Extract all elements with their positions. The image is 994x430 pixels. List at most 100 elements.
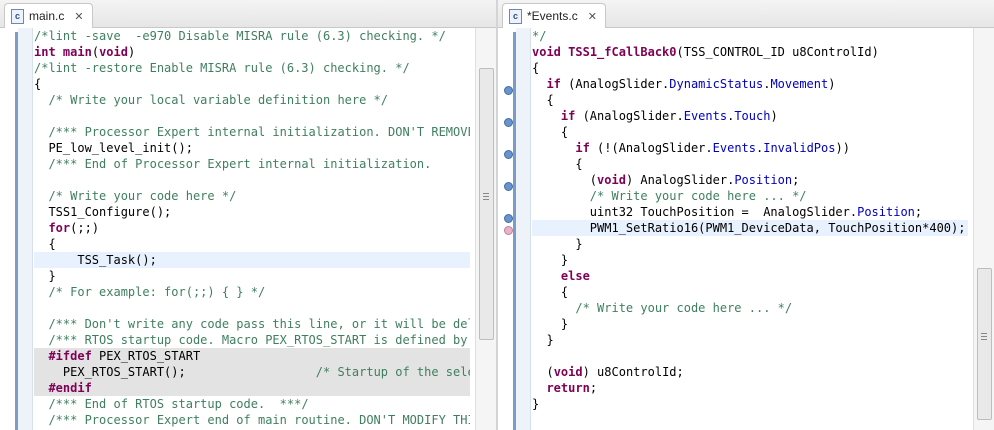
code-token: /* Write your code here ... */ xyxy=(589,189,807,203)
left-vertical-scrollbar[interactable] xyxy=(475,28,496,430)
breakpoint-marker-icon[interactable] xyxy=(504,150,513,159)
code-line[interactable]: } xyxy=(532,332,968,348)
breakpoint-marker-icon[interactable] xyxy=(504,214,513,223)
main-c-editor: c main.c ✕ /*lint -save -e970 Disable MI… xyxy=(0,0,496,430)
code-token: */ xyxy=(532,29,547,43)
code-token: if xyxy=(546,77,561,91)
code-line[interactable]: uint32 TouchPosition = AnalogSlider.Posi… xyxy=(532,204,968,220)
code-line[interactable]: /* Write your code here */ xyxy=(34,188,470,204)
code-line[interactable]: { xyxy=(34,76,470,92)
code-line[interactable] xyxy=(34,108,470,124)
right-marker-gutter xyxy=(498,28,516,430)
code-line[interactable]: /*lint -save -e970 Disable MISRA rule (6… xyxy=(34,28,470,44)
code-line[interactable] xyxy=(34,300,470,316)
code-token: Events xyxy=(683,109,728,123)
breakpoint-marker-icon[interactable] xyxy=(504,118,513,127)
code-token: (AnalogSlider. xyxy=(575,109,684,123)
code-token: { xyxy=(34,77,42,91)
code-line[interactable]: TSS_Task(); xyxy=(34,252,470,268)
close-icon[interactable]: ✕ xyxy=(74,10,83,23)
left-code-area[interactable]: /*lint -save -e970 Disable MISRA rule (6… xyxy=(34,28,470,430)
code-line[interactable]: { xyxy=(532,124,968,140)
code-line[interactable]: PWM1_SetRatio16(PWM1_DeviceData, TouchPo… xyxy=(532,220,968,236)
code-token: DynamicStatus xyxy=(669,77,764,91)
right-code-area[interactable]: */−void TSS1_fCallBack0(TSS_CONTROL_ID u… xyxy=(532,28,968,430)
code-line[interactable]: if (!(AnalogSlider.Events.InvalidPos)) xyxy=(532,140,968,156)
code-token: } xyxy=(34,269,56,283)
code-line[interactable] xyxy=(34,172,470,188)
code-line[interactable]: if (AnalogSlider.Events.Touch) xyxy=(532,108,968,124)
code-line[interactable]: if (AnalogSlider.DynamicStatus.Movement) xyxy=(532,76,968,92)
code-line[interactable]: { xyxy=(532,156,968,172)
left-scroll-thumb[interactable] xyxy=(479,68,494,340)
breakpoint-marker-icon[interactable] xyxy=(504,86,513,95)
code-line[interactable]: PEX_RTOS_START(); /* Startup of the sele… xyxy=(34,364,470,380)
tab-events-c[interactable]: c *Events.c ✕ xyxy=(502,3,606,28)
code-token: return xyxy=(546,381,590,395)
code-line[interactable]: } xyxy=(532,236,968,252)
code-token: { xyxy=(532,157,583,171)
code-line[interactable]: /* For example: for(;;) { } */ xyxy=(34,284,470,300)
code-line[interactable]: } xyxy=(532,396,968,412)
code-line[interactable]: else xyxy=(532,268,968,284)
right-scroll-thumb[interactable] xyxy=(977,268,992,420)
code-line[interactable]: /*** End of RTOS startup code. ***/ xyxy=(34,396,470,412)
code-token: void xyxy=(532,45,561,59)
code-token: /*** End of RTOS startup code. ***/ xyxy=(48,397,309,411)
code-token: #endif xyxy=(48,381,92,395)
current-line-marker-icon[interactable] xyxy=(504,226,513,235)
code-line[interactable]: #ifdef PEX_RTOS_START xyxy=(34,348,470,364)
code-line[interactable]: /* Write your code here ... */ xyxy=(532,188,968,204)
close-icon[interactable]: ✕ xyxy=(588,10,597,23)
code-line[interactable]: (void) u8ControlId; xyxy=(532,364,968,380)
breakpoint-marker-icon[interactable] xyxy=(504,182,513,191)
code-token: void xyxy=(553,365,583,379)
left-annotation-ruler xyxy=(18,28,33,430)
code-line[interactable]: return; xyxy=(532,380,968,396)
code-token: Position xyxy=(857,205,915,219)
code-line[interactable]: /* Write your code here ... */ xyxy=(532,300,968,316)
code-line[interactable]: /*** Processor Expert internal initializ… xyxy=(34,124,470,140)
code-line[interactable]: /*** Don't write any code pass this line… xyxy=(34,316,470,332)
code-line[interactable]: for(;;) xyxy=(34,220,470,236)
code-token: /* Write your code here ... */ xyxy=(575,301,793,315)
code-token: /*** Processor Expert internal initializ… xyxy=(48,125,470,139)
code-token: /*** Don't write any code pass this line… xyxy=(48,317,470,331)
right-vertical-scrollbar[interactable] xyxy=(973,28,994,430)
tab-main-c[interactable]: c main.c ✕ xyxy=(4,3,93,28)
code-line[interactable]: { xyxy=(34,236,470,252)
code-token: { xyxy=(532,285,569,299)
code-line[interactable]: TSS1_Configure(); xyxy=(34,204,470,220)
code-line[interactable]: −int main(void) xyxy=(34,44,470,60)
code-line[interactable]: /*** Processor Expert end of main routin… xyxy=(34,412,470,428)
right-annotation-ruler xyxy=(516,28,531,430)
code-line[interactable]: #endif xyxy=(34,380,470,396)
code-token: (;;) xyxy=(70,221,100,235)
code-line[interactable]: { xyxy=(532,284,968,300)
code-token: PEX_RTOS_START xyxy=(91,349,201,363)
code-line[interactable]: /* Write your local variable definition … xyxy=(34,92,470,108)
code-line[interactable]: /*lint -restore Enable MISRA rule (6.3) … xyxy=(34,60,470,76)
code-line[interactable]: } xyxy=(532,252,968,268)
code-line[interactable]: } xyxy=(34,268,470,284)
code-token: } xyxy=(532,253,569,267)
code-line[interactable]: /*** End of Processor Expert internal in… xyxy=(34,156,470,172)
code-line[interactable]: */ xyxy=(532,28,968,44)
code-line[interactable] xyxy=(532,348,968,364)
events-c-editor: c *Events.c ✕ */−void TSS1_fCallBack0(TS… xyxy=(498,0,994,430)
code-token: (TSS_CONTROL_ID u8ControlId) xyxy=(676,45,879,59)
code-token: Movement xyxy=(770,77,829,91)
code-line[interactable]: { xyxy=(532,60,968,76)
code-line[interactable]: (void) AnalogSlider.Position; xyxy=(532,172,968,188)
code-line[interactable]: −void TSS1_fCallBack0(TSS_CONTROL_ID u8C… xyxy=(532,44,968,60)
code-line[interactable]: /*** RTOS startup code. Macro PEX_RTOS_S… xyxy=(34,332,470,348)
tab-label: *Events.c xyxy=(527,9,578,23)
c-file-icon: c xyxy=(509,8,522,24)
code-line[interactable]: { xyxy=(532,92,968,108)
code-token: ; xyxy=(914,205,923,219)
code-line[interactable]: PE_low_level_init(); xyxy=(34,140,470,156)
code-token: void xyxy=(99,45,128,59)
code-line[interactable]: } xyxy=(532,316,968,332)
